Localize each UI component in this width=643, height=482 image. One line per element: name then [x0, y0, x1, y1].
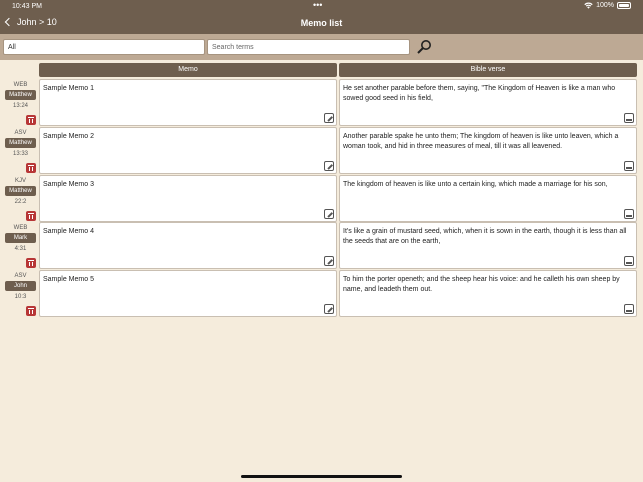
verse-text: To him the porter openeth; and the sheep… [343, 276, 620, 293]
trash-icon[interactable] [26, 258, 36, 268]
open-book-icon[interactable] [624, 113, 634, 123]
book-badge[interactable]: Matthew [5, 90, 36, 100]
navigation-bar: John > 10 Memo list [0, 13, 643, 34]
memo-cell[interactable]: Sample Memo 3 [39, 175, 337, 222]
open-book-icon[interactable] [624, 256, 634, 266]
memo-text: Sample Memo 1 [43, 85, 94, 92]
pencil-icon[interactable] [324, 256, 334, 266]
verse-cell[interactable]: It's like a grain of mustard seed, which… [339, 222, 637, 269]
verse-reference: ASV Matthew 13:33 [3, 127, 38, 174]
chapter-verse-label: 22:2 [14, 199, 27, 205]
version-label: ASV [14, 130, 27, 136]
memo-row: KJV Matthew 22:2 Sample Memo 3 The kingd… [0, 175, 643, 222]
memo-cell[interactable]: Sample Memo 2 [39, 127, 337, 174]
verse-text: He set another parable before them, sayi… [343, 85, 616, 102]
memo-row: WEB Matthew 13:24 Sample Memo 1 He set a… [0, 79, 643, 126]
chapter-verse-label: 13:33 [12, 151, 28, 157]
trash-icon[interactable] [26, 211, 36, 221]
pencil-icon[interactable] [324, 304, 334, 314]
column-header-verse: Bible verse [339, 63, 637, 77]
battery-icon [617, 2, 631, 9]
memo-cell[interactable]: Sample Memo 1 [39, 79, 337, 126]
trash-icon[interactable] [26, 163, 36, 173]
wifi-icon [584, 2, 593, 9]
pencil-icon[interactable] [324, 161, 334, 171]
column-header-memo: Memo [39, 63, 337, 77]
page-title: Memo list [300, 18, 343, 28]
trash-icon[interactable] [26, 306, 36, 316]
verse-reference: WEB Matthew 13:24 [3, 79, 38, 126]
version-label: WEB [13, 225, 28, 231]
verse-cell[interactable]: The kingdom of heaven is like unto a cer… [339, 175, 637, 222]
multitask-dots[interactable]: ••• [313, 0, 322, 10]
verse-text: Another parable spake he unto them; The … [343, 133, 619, 150]
filter-bar: All Search terms [0, 34, 643, 60]
home-indicator[interactable] [241, 475, 402, 478]
verse-reference: ASV John 10:3 [3, 270, 38, 317]
memo-row: ASV John 10:3 Sample Memo 5 To him the p… [0, 270, 643, 317]
book-badge[interactable]: Mark [5, 233, 36, 243]
chapter-verse-label: 10:3 [14, 294, 27, 300]
search-icon[interactable] [415, 39, 433, 55]
book-badge[interactable]: Matthew [5, 186, 36, 196]
chapter-verse-label: 13:24 [12, 103, 28, 109]
status-time: 10:43 PM [12, 3, 42, 10]
book-badge[interactable]: John [5, 281, 36, 291]
memo-cell[interactable]: Sample Memo 5 [39, 270, 337, 317]
verse-reference: WEB Mark 4:31 [3, 222, 38, 269]
memo-text: Sample Memo 4 [43, 228, 94, 235]
pencil-icon[interactable] [324, 113, 334, 123]
version-label: WEB [13, 82, 28, 88]
search-input[interactable]: Search terms [207, 39, 410, 55]
memo-text: Sample Memo 2 [43, 133, 94, 140]
memo-row: ASV Matthew 13:33 Sample Memo 2 Another … [0, 127, 643, 174]
open-book-icon[interactable] [624, 209, 634, 219]
version-label: KJV [14, 178, 26, 184]
verse-text: It's like a grain of mustard seed, which… [343, 228, 627, 245]
version-filter-field[interactable]: All [3, 39, 205, 55]
verse-cell[interactable]: To him the porter openeth; and the sheep… [339, 270, 637, 317]
trash-icon[interactable] [26, 115, 36, 125]
memo-text: Sample Memo 5 [43, 276, 94, 283]
status-bar: 10:43 PM ••• 100% [0, 0, 643, 13]
verse-reference: KJV Matthew 22:2 [3, 175, 38, 222]
verse-cell[interactable]: Another parable spake he unto them; The … [339, 127, 637, 174]
open-book-icon[interactable] [624, 304, 634, 314]
memo-text: Sample Memo 3 [43, 181, 94, 188]
battery-percent: 100% [596, 2, 614, 9]
version-label: ASV [14, 273, 27, 279]
pencil-icon[interactable] [324, 209, 334, 219]
chapter-verse-label: 4:31 [14, 246, 27, 252]
status-indicators: 100% [584, 2, 631, 9]
book-badge[interactable]: Matthew [5, 138, 36, 148]
open-book-icon[interactable] [624, 161, 634, 171]
verse-text: The kingdom of heaven is like unto a cer… [343, 181, 608, 188]
memo-cell[interactable]: Sample Memo 4 [39, 222, 337, 269]
verse-cell[interactable]: He set another parable before them, sayi… [339, 79, 637, 126]
memo-row: WEB Mark 4:31 Sample Memo 4 It's like a … [0, 222, 643, 269]
